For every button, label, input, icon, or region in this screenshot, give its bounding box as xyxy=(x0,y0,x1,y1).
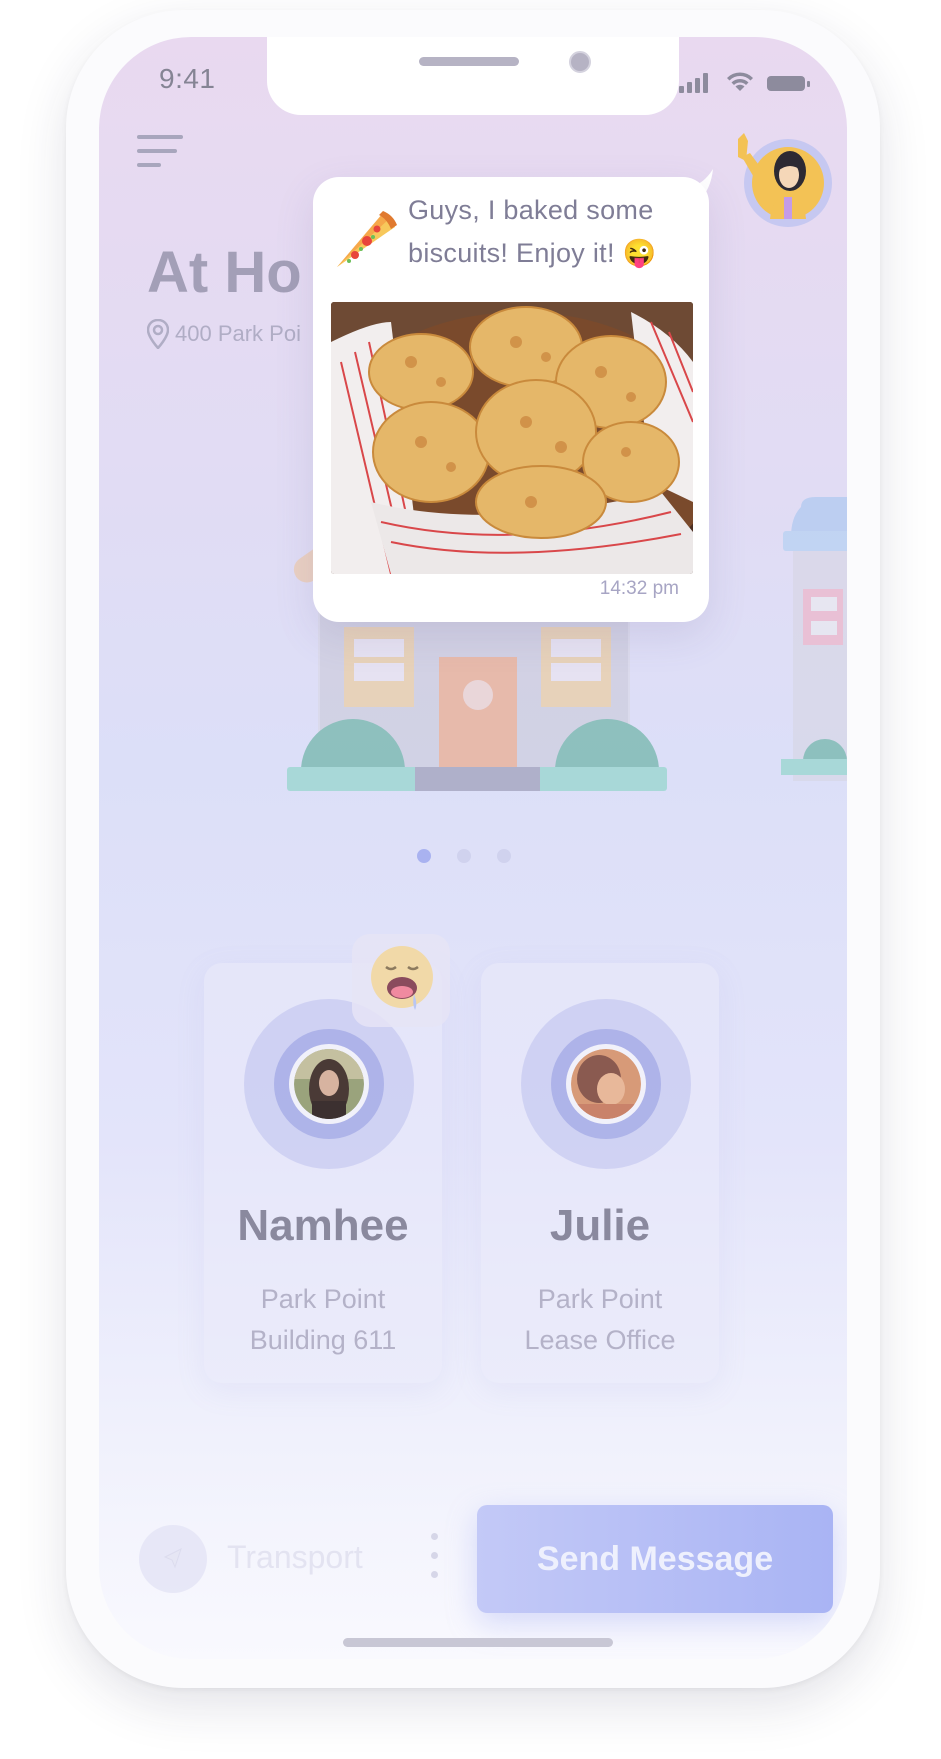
navigation-arrow-icon xyxy=(163,1548,182,1569)
address-row[interactable]: 400 Park Poi xyxy=(147,319,301,349)
signal-icon xyxy=(679,73,708,93)
home-indicator[interactable] xyxy=(343,1638,613,1647)
app-screen: 9:41 At Ho 400 Park Poi Namhee Park Poin… xyxy=(99,37,847,1659)
contact-card[interactable]: Julie Park Point Lease Office xyxy=(481,963,719,1383)
page-title: At Ho xyxy=(147,240,302,305)
menu-line xyxy=(137,135,183,139)
message-timestamp: 14:32 pm xyxy=(599,578,679,599)
avatar[interactable] xyxy=(294,1049,364,1119)
send-message-button[interactable]: Send Message xyxy=(477,1505,833,1613)
transport-button[interactable] xyxy=(139,1525,207,1593)
address-text: 400 Park Poi xyxy=(175,321,301,346)
reaction-bubble xyxy=(352,934,450,1027)
battery-icon xyxy=(767,76,810,91)
avatar[interactable] xyxy=(571,1049,641,1119)
location-pin-icon xyxy=(147,319,169,349)
status-time: 9:41 xyxy=(159,63,216,94)
pizza-icon xyxy=(337,211,397,267)
carousel-dots xyxy=(417,849,511,863)
contact-name: Namhee xyxy=(237,1201,409,1250)
chat-bubble[interactable]: Guys, I baked some biscuits! Enjoy it! 😜 xyxy=(313,177,709,622)
contact-name: Julie xyxy=(549,1201,651,1250)
profile-avatar[interactable] xyxy=(732,131,832,231)
carousel-dot[interactable] xyxy=(497,849,511,863)
chat-message: Guys, I baked some biscuits! Enjoy it! 😜 xyxy=(408,195,657,268)
more-options-icon[interactable] xyxy=(431,1533,438,1590)
drooling-face-emoji-icon xyxy=(371,946,433,1010)
notch xyxy=(267,37,679,115)
contact-location: Park Point Building 611 xyxy=(249,1284,397,1355)
biscuits-photo[interactable] xyxy=(331,302,693,574)
door xyxy=(439,657,517,782)
menu-line xyxy=(137,149,177,153)
front-camera xyxy=(569,51,591,73)
menu-button[interactable] xyxy=(137,135,183,177)
transport-label[interactable]: Transport xyxy=(227,1539,363,1576)
wifi-icon xyxy=(727,72,753,91)
contact-location: Park Point Lease Office xyxy=(524,1284,676,1355)
carousel-dot[interactable] xyxy=(417,849,431,863)
speaker xyxy=(419,57,519,66)
menu-line xyxy=(137,163,161,167)
next-house-illustration xyxy=(781,497,847,781)
status-icons xyxy=(679,71,811,93)
bottom-bar: Transport Send Message xyxy=(99,1505,847,1613)
carousel-dot[interactable] xyxy=(457,849,471,863)
